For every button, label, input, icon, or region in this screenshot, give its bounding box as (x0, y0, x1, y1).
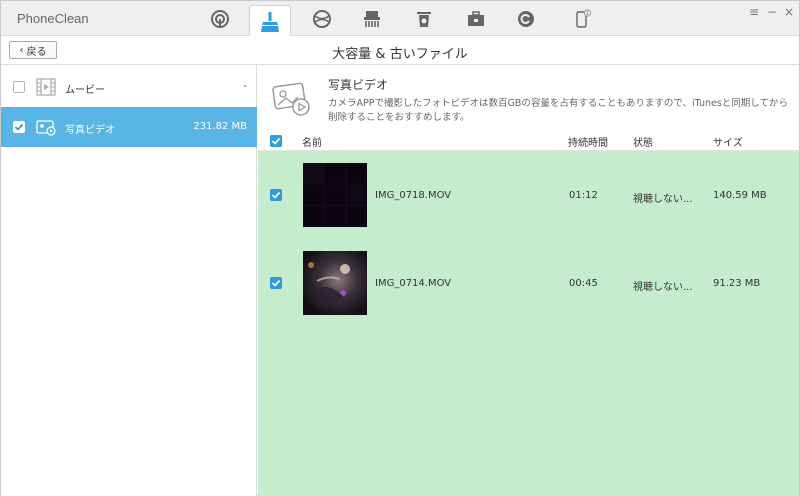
photo-video-checkbox[interactable] (13, 121, 25, 133)
tab-backup[interactable] (513, 7, 539, 31)
movie-checkbox[interactable] (13, 81, 25, 93)
category-description: カメラAPPで撮影したフォトビデオは数百GBの容量を占有することもありますので、… (328, 98, 789, 123)
category-info: 写真ビデオ カメラAPPで撮影したフォトビデオは数百GBの容量を占有することもあ… (258, 65, 799, 131)
shredder-icon (364, 11, 380, 27)
file-size: 91.23 MB (713, 278, 761, 289)
minimize-icon[interactable]: − (765, 5, 779, 19)
device-badge: 1 (586, 11, 589, 17)
sub-header: 大容量 & 古いファイル ‹ 戻る (1, 36, 799, 65)
table-row[interactable]: IMG_0714.MOV 00:45 視聴しない... 91.23 MB (258, 239, 799, 327)
file-name: IMG_0718.MOV (375, 190, 452, 201)
tab-deep-clean[interactable] (249, 5, 291, 37)
tab-device[interactable]: 1 (569, 7, 595, 31)
file-name: IMG_0714.MOV (375, 278, 452, 289)
tab-trash[interactable] (411, 7, 437, 31)
tab-toolbox[interactable] (463, 7, 489, 31)
menu-icon[interactable]: ≡ (747, 5, 761, 19)
target-icon (211, 10, 229, 28)
file-size: 140.59 MB (713, 190, 767, 201)
file-duration: 01:12 (569, 190, 598, 201)
sidebar-item-value: - (243, 81, 247, 92)
category-title: 写真ビデオ (328, 78, 389, 92)
row-checkbox[interactable] (270, 277, 282, 289)
chevron-left-icon: ‹ (19, 44, 24, 56)
globe-icon (313, 10, 331, 28)
tab-privacy-clean[interactable] (359, 7, 385, 31)
photo-video-icon (272, 82, 310, 116)
back-button[interactable]: ‹ 戻る (9, 41, 57, 59)
page-title: 大容量 & 古いファイル (332, 47, 468, 62)
refresh-icon (518, 11, 534, 27)
broom-icon (261, 11, 279, 32)
column-duration[interactable]: 持続時間 (568, 134, 608, 149)
file-status: 視聴しない... (633, 194, 693, 205)
column-status[interactable]: 状態 (633, 134, 653, 149)
table-row[interactable]: IMG_0718.MOV 01:12 視聴しない... 140.59 MB (258, 151, 799, 239)
tab-quick-clean[interactable] (207, 7, 233, 31)
video-thumbnail (303, 163, 367, 227)
file-list: IMG_0718.MOV 01:12 視聴しない... 140.59 MB IM… (258, 151, 799, 496)
sidebar-item-movie[interactable]: ムービー - (1, 67, 257, 107)
film-icon (36, 78, 56, 96)
column-name[interactable]: 名前 (302, 134, 322, 149)
category-sidebar: ムービー - 写真ビデオ 231.82 MB (1, 65, 257, 496)
toolbox-icon (468, 11, 484, 26)
photo-video-icon (36, 120, 56, 136)
sidebar-item-label: ムービー (65, 85, 105, 96)
column-size[interactable]: サイズ (713, 134, 743, 149)
trash-icon (417, 12, 431, 27)
main-panel: 写真ビデオ カメラAPPで撮影したフォトビデオは数百GBの容量を占有することもあ… (258, 65, 799, 496)
phone-icon: 1 (576, 9, 592, 28)
sidebar-item-value: 231.82 MB (193, 121, 247, 132)
file-status: 視聴しない... (633, 282, 693, 293)
close-icon[interactable]: × (782, 5, 796, 19)
back-label: 戻る (26, 46, 47, 58)
app-name: PhoneClean (17, 11, 89, 26)
row-checkbox[interactable] (270, 189, 282, 201)
app-window: PhoneClean 1 ≡ − × 大容量 & 古いファイル ‹ 戻る ムービ… (0, 0, 800, 496)
table-header: 名前 持続時間 状態 サイズ (258, 131, 799, 151)
file-duration: 00:45 (569, 278, 598, 289)
title-bar: PhoneClean 1 ≡ − × (1, 1, 799, 37)
sidebar-item-label: 写真ビデオ (65, 125, 115, 136)
sidebar-item-photo-video[interactable]: 写真ビデオ 231.82 MB (1, 107, 257, 147)
select-all-checkbox[interactable] (270, 135, 282, 147)
tab-internet-clean[interactable] (309, 7, 335, 31)
video-thumbnail (303, 251, 367, 315)
